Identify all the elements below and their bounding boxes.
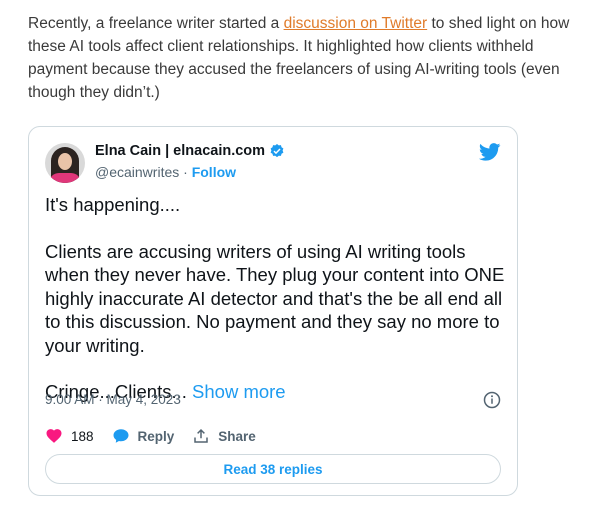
handle-row: @ecainwrites · Follow — [95, 164, 236, 180]
read-replies-button[interactable]: Read 38 replies — [45, 454, 501, 484]
intro-paragraph: Recently, a freelance writer started a d… — [28, 12, 573, 104]
heart-icon — [46, 429, 62, 443]
avatar[interactable] — [45, 143, 85, 183]
share-button[interactable]: Share — [192, 427, 256, 445]
twitter-bird-icon[interactable] — [479, 143, 501, 161]
share-label: Share — [218, 428, 256, 444]
handle-separator: · — [179, 164, 192, 180]
tweet-text: It's happening.... Clients are accusing … — [45, 193, 505, 404]
reply-bubble-icon — [113, 429, 129, 443]
show-more-link[interactable]: Show more — [192, 381, 286, 402]
info-icon[interactable] — [483, 391, 501, 409]
author-handle[interactable]: @ecainwrites — [95, 164, 179, 180]
tweet-paragraph: It's happening.... — [45, 194, 181, 215]
tweet-actions: 188 Reply Share — [45, 427, 256, 445]
like-button[interactable]: 188 — [45, 427, 94, 445]
discussion-link[interactable]: discussion on Twitter — [284, 15, 428, 32]
follow-link[interactable]: Follow — [192, 164, 236, 180]
like-count: 188 — [71, 428, 94, 444]
author-row: Elna Cain | elnacain.com — [95, 143, 285, 159]
verified-badge-icon — [270, 144, 284, 158]
reply-label: Reply — [137, 428, 175, 444]
author-name[interactable]: Elna Cain | elnacain.com — [95, 143, 265, 159]
embedded-tweet: Elna Cain | elnacain.com @ecainwrites · … — [28, 126, 518, 496]
reply-button[interactable]: Reply — [112, 427, 175, 445]
share-icon — [194, 428, 209, 443]
intro-text-before: Recently, a freelance writer started a — [28, 15, 284, 32]
tweet-paragraph: Clients are accusing writers of using AI… — [45, 240, 505, 356]
tweet-timestamp[interactable]: 9:00 AM · May 4, 2023 — [45, 392, 181, 407]
